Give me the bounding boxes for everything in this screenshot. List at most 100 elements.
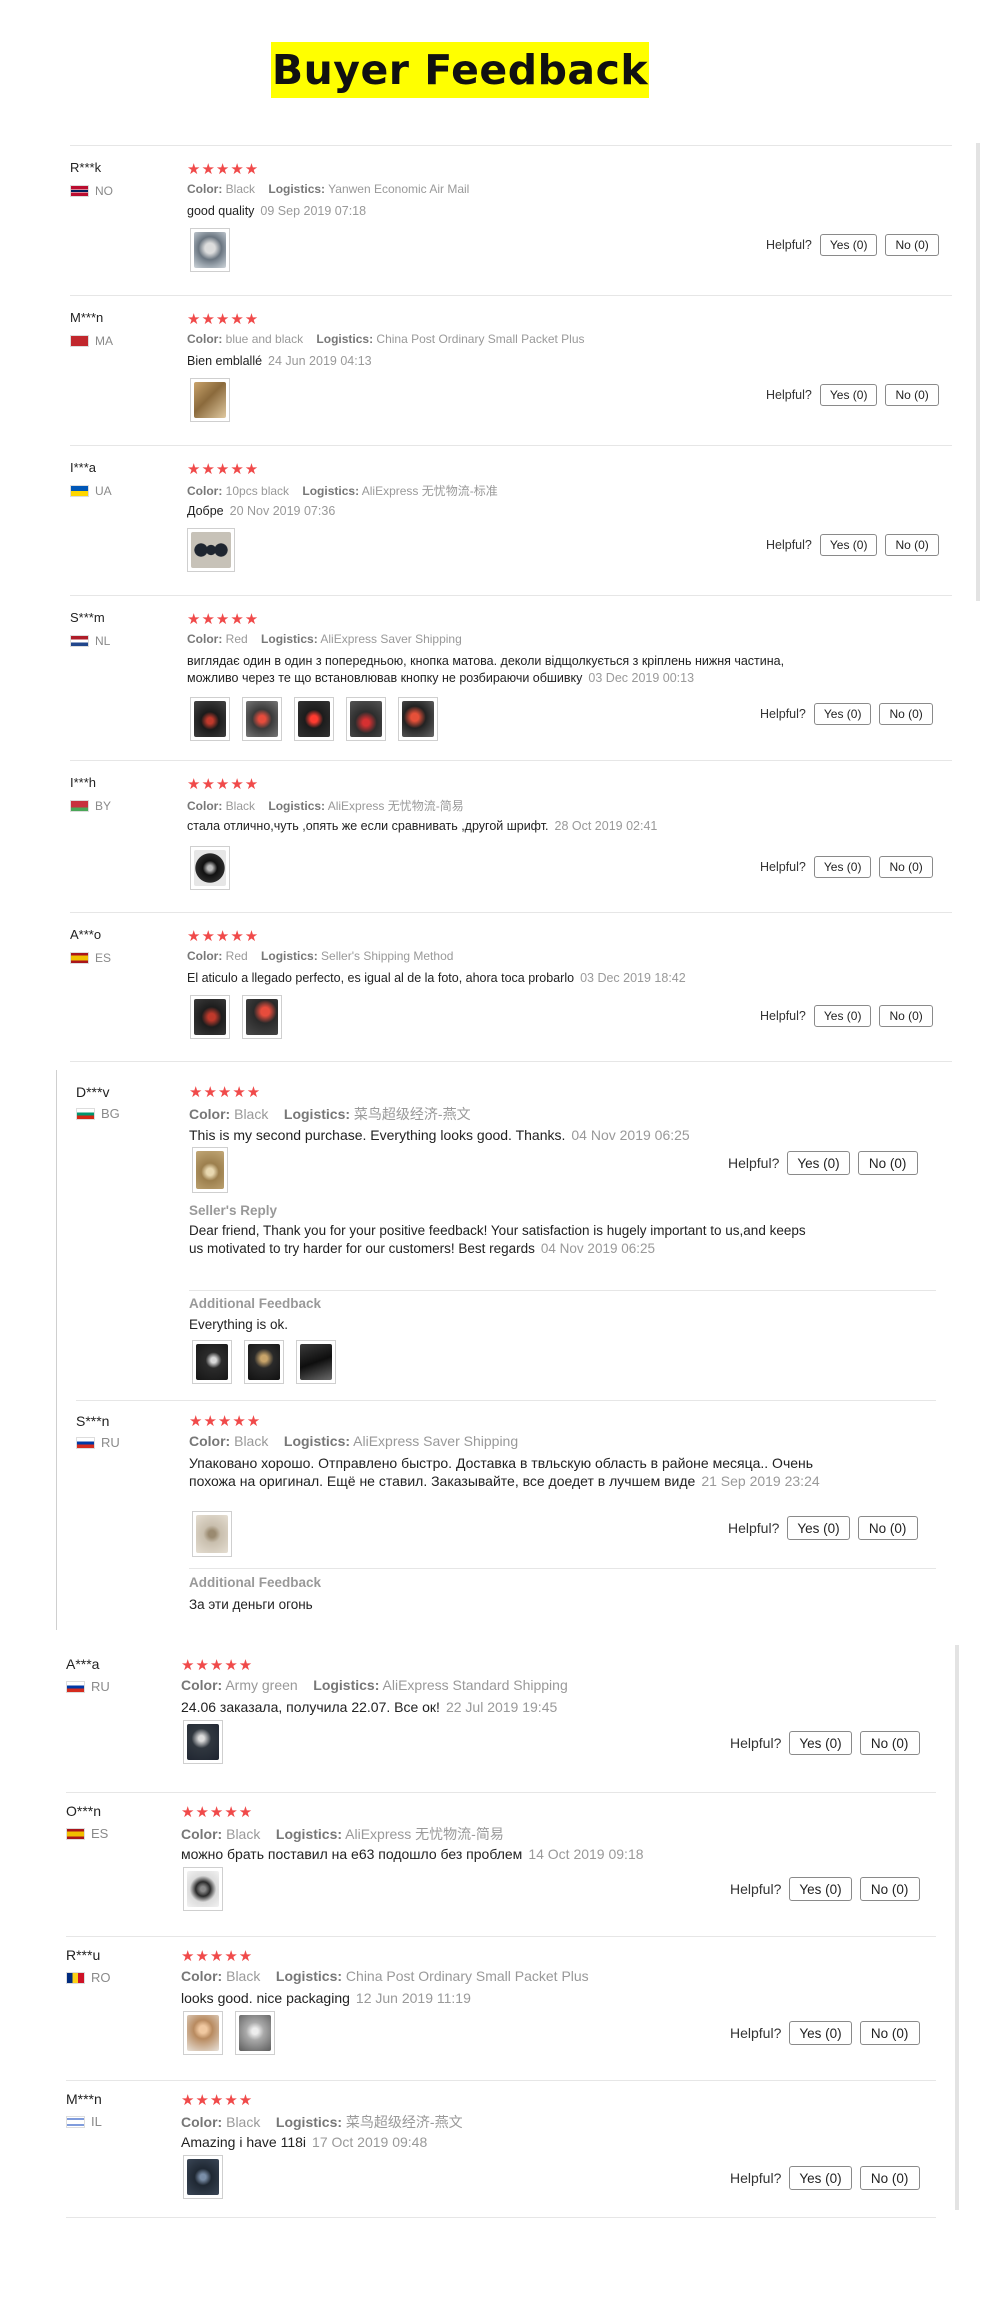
review-photos [190, 378, 230, 422]
rating-stars: ★★★★★ [187, 161, 260, 178]
review-photo[interactable] [346, 697, 386, 741]
reviewer-name: A***o [70, 927, 102, 942]
buyer-feedback-banner: Buyer Feedback [271, 42, 649, 98]
helpful-no-button[interactable]: No (0) [859, 1731, 920, 1755]
rating-stars: ★★★★★ [181, 1657, 254, 1674]
helpful-no-button[interactable]: No (0) [859, 1877, 920, 1901]
review-photo[interactable] [183, 2155, 223, 2199]
review-photo[interactable] [242, 995, 282, 1039]
israel-flag-icon [66, 2115, 85, 2128]
review-date: 03 Dec 2019 18:42 [580, 971, 686, 985]
reviewer-country: MA [70, 334, 113, 348]
review-photo[interactable] [187, 528, 235, 572]
spain-flag-icon [70, 952, 89, 964]
review-photo[interactable] [190, 378, 230, 422]
review-photo[interactable] [294, 697, 334, 741]
review-photo[interactable] [192, 1511, 232, 1557]
review-photo[interactable] [183, 1720, 223, 1764]
helpful-yes-button[interactable]: Yes (0) [819, 384, 878, 406]
seller-reply-heading: Seller's Reply [189, 1203, 278, 1218]
review-photo[interactable] [235, 2011, 275, 2055]
helpful-no-button[interactable]: No (0) [885, 534, 939, 556]
order-meta: Color: Black Logistics: AliExpress Saver… [189, 1433, 519, 1449]
helpful-no-button[interactable]: No (0) [879, 856, 933, 878]
helpful-yes-button[interactable]: Yes (0) [787, 1151, 850, 1175]
review-date: 24 Jun 2019 04:13 [268, 354, 372, 368]
review-photo[interactable] [296, 1340, 336, 1384]
helpful-vote: Helpful? Yes (0) No (0) [730, 1731, 920, 1755]
review-photo[interactable] [244, 1340, 284, 1384]
review-photo[interactable] [190, 228, 230, 272]
spain-flag-icon [66, 1827, 85, 1840]
helpful-no-button[interactable]: No (0) [885, 384, 939, 406]
additional-feedback-text: За эти деньги огонь [189, 1597, 313, 1612]
helpful-vote: Helpful? Yes (0) No (0) [766, 534, 939, 556]
helpful-yes-button[interactable]: Yes (0) [813, 1005, 872, 1027]
review-item: I***h BY ★★★★★ Color: Black Logistics: A… [70, 760, 952, 912]
additional-feedback-heading: Additional Feedback [189, 1296, 322, 1311]
review-photo[interactable] [192, 1147, 228, 1193]
reviewer-name: R***u [66, 1947, 101, 1963]
helpful-yes-button[interactable]: Yes (0) [789, 1731, 852, 1755]
review-text: виглядає один в один з попередньою, кноп… [187, 654, 785, 685]
reviewer-country: BY [70, 799, 111, 813]
helpful-vote: Helpful? Yes (0) No (0) [760, 703, 933, 725]
helpful-no-button[interactable]: No (0) [857, 1516, 918, 1540]
scrollbar[interactable] [955, 1645, 959, 2210]
russia-flag-icon [76, 1436, 95, 1449]
helpful-vote: Helpful? Yes (0) No (0) [766, 234, 939, 256]
order-meta: Color: Black Logistics: Yanwen Economic … [187, 182, 470, 196]
review-photo[interactable] [190, 697, 230, 741]
helpful-yes-button[interactable]: Yes (0) [789, 1877, 852, 1901]
review-text: This is my second purchase. Everything l… [189, 1127, 690, 1143]
rating-stars: ★★★★★ [187, 611, 260, 628]
order-meta: Color: 10pcs black Logistics: AliExpress… [187, 484, 498, 498]
helpful-yes-button[interactable]: Yes (0) [789, 2021, 852, 2045]
review-photo[interactable] [190, 995, 230, 1039]
helpful-yes-button[interactable]: Yes (0) [813, 703, 872, 725]
netherlands-flag-icon [70, 635, 89, 647]
order-meta: Color: Black Logistics: China Post Ordin… [181, 1968, 589, 1984]
additional-feedback-heading: Additional Feedback [189, 1575, 322, 1590]
review-photo[interactable] [192, 1340, 232, 1384]
section-divider [56, 1070, 57, 1630]
review-photo[interactable] [242, 697, 282, 741]
review-text: Bien emblallé 24 Jun 2019 04:13 [187, 354, 372, 368]
helpful-yes-button[interactable]: Yes (0) [787, 1516, 850, 1540]
review-text: El aticulo a llegado perfecto, es igual … [187, 971, 686, 985]
helpful-no-button[interactable]: No (0) [885, 234, 939, 256]
reviewer-name: O***n [66, 1803, 102, 1819]
review-photo[interactable] [183, 1867, 223, 1911]
reviewer-name: I***a [70, 460, 97, 475]
rating-stars: ★★★★★ [189, 1084, 262, 1101]
helpful-yes-button[interactable]: Yes (0) [813, 856, 872, 878]
ukraine-flag-icon [70, 485, 89, 497]
belarus-flag-icon [70, 800, 89, 812]
helpful-yes-button[interactable]: Yes (0) [819, 234, 878, 256]
rating-stars: ★★★★★ [181, 2092, 254, 2109]
helpful-vote: Helpful? Yes (0) No (0) [760, 856, 933, 878]
review-photos [190, 846, 230, 890]
helpful-no-button[interactable]: No (0) [857, 1151, 918, 1175]
helpful-no-button[interactable]: No (0) [859, 2021, 920, 2045]
helpful-no-button[interactable]: No (0) [859, 2166, 920, 2190]
seller-reply-text: Dear friend, Thank you for your positive… [189, 1223, 806, 1256]
review-photo[interactable] [190, 846, 230, 890]
helpful-no-button[interactable]: No (0) [879, 1005, 933, 1027]
reviewer-country: NO [70, 184, 113, 198]
review-text: Amazing i have 118i 17 Oct 2019 09:48 [181, 2134, 428, 2150]
review-photo[interactable] [398, 697, 438, 741]
helpful-yes-button[interactable]: Yes (0) [819, 534, 878, 556]
review-item: D***v BG ★★★★★ Color: Black Logistics: 菜… [76, 1072, 936, 1408]
review-item: A***o ES ★★★★★ Color: Red Logistics: Sel… [70, 912, 952, 1062]
reviewer-name: I***h [70, 775, 97, 790]
helpful-no-button[interactable]: No (0) [879, 703, 933, 725]
scrollbar[interactable] [976, 143, 980, 601]
review-text: можно брать поставил на е63 подошло без … [181, 1846, 644, 1862]
helpful-yes-button[interactable]: Yes (0) [789, 2166, 852, 2190]
reviewer-country: RU [76, 1435, 120, 1450]
review-date: 14 Oct 2019 09:18 [528, 1846, 644, 1862]
reviewer-name: R***k [70, 160, 102, 175]
review-item: O***n ES ★★★★★ Color: Black Logistics: A… [66, 1792, 936, 1936]
review-photo[interactable] [183, 2011, 223, 2055]
